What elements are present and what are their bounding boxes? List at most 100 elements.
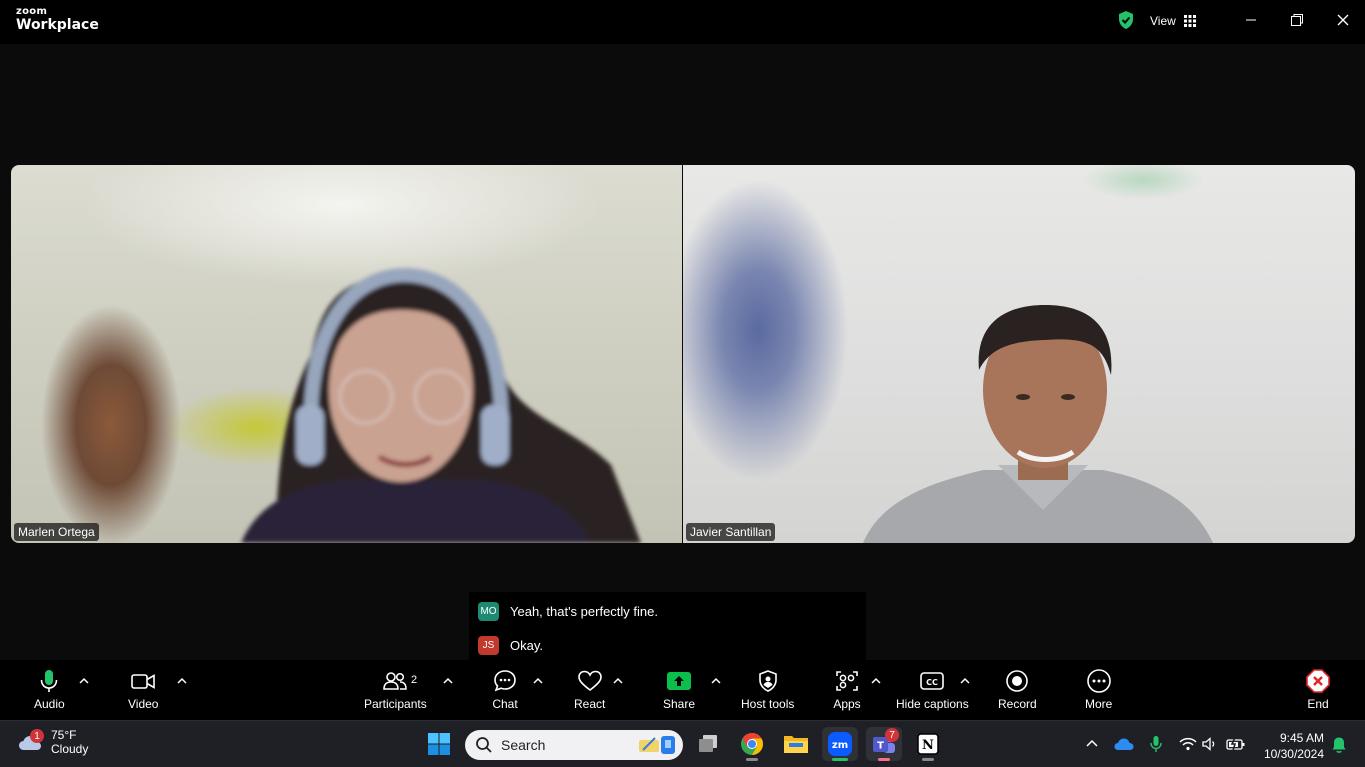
react-button[interactable]: React bbox=[574, 668, 605, 711]
heart-icon bbox=[577, 670, 602, 692]
caption-avatar: JS bbox=[478, 636, 499, 655]
minimize-button[interactable] bbox=[1237, 8, 1265, 32]
temperature: 75°F bbox=[51, 728, 77, 742]
end-button[interactable]: End bbox=[1305, 668, 1331, 711]
logo-product: Workplace bbox=[16, 17, 99, 33]
audio-options-chevron-icon[interactable] bbox=[78, 676, 90, 686]
microphone-in-use-icon[interactable] bbox=[1149, 735, 1163, 753]
host-tools-button[interactable]: Host tools bbox=[741, 668, 794, 711]
windows-logo-icon bbox=[428, 733, 450, 755]
svg-text:N: N bbox=[922, 738, 934, 753]
show-hidden-icons-chevron-icon[interactable] bbox=[1085, 738, 1099, 750]
notification-bell-icon[interactable] bbox=[1331, 736, 1347, 754]
more-icon bbox=[1086, 669, 1111, 693]
teams-badge: 7 bbox=[885, 728, 899, 742]
more-button[interactable]: More bbox=[1085, 668, 1112, 711]
search-highlight-icon bbox=[639, 736, 675, 754]
video-tile-javier-santillan[interactable]: Javier Santillan bbox=[683, 165, 1355, 543]
running-indicator bbox=[832, 758, 848, 761]
apps-button[interactable]: Apps bbox=[833, 668, 861, 711]
chat-options-chevron-icon[interactable] bbox=[532, 676, 544, 686]
more-label: More bbox=[1085, 697, 1113, 711]
video-stage: Marlen Ortega Javier Santillan MO Yeah, … bbox=[0, 44, 1365, 660]
apps-icon bbox=[836, 671, 858, 691]
share-screen-icon bbox=[667, 672, 692, 690]
close-button[interactable] bbox=[1329, 8, 1357, 32]
clock-date: 10/30/2024 bbox=[1263, 747, 1324, 761]
notion-app[interactable]: N bbox=[910, 727, 946, 761]
record-label: Record bbox=[998, 697, 1037, 711]
caption-text: Yeah, that's perfectly fine. bbox=[510, 604, 658, 619]
running-indicator bbox=[922, 758, 934, 761]
participants-count: 2 bbox=[411, 674, 418, 686]
apps-options-chevron-icon[interactable] bbox=[870, 676, 882, 686]
battery-charging-icon[interactable] bbox=[1226, 737, 1246, 751]
volume-icon[interactable] bbox=[1202, 737, 1218, 751]
svg-text:CC: CC bbox=[926, 678, 938, 687]
task-view-button[interactable] bbox=[690, 727, 726, 761]
share-label: Share bbox=[663, 697, 696, 711]
encryption-shield-icon[interactable] bbox=[1117, 10, 1135, 30]
participants-button[interactable]: Participants bbox=[364, 668, 427, 711]
participant-video-feed bbox=[863, 305, 1213, 543]
record-button[interactable]: Record bbox=[998, 668, 1037, 711]
apps-label: Apps bbox=[833, 697, 861, 711]
zoom-app[interactable]: zm bbox=[822, 727, 858, 761]
search-input[interactable] bbox=[501, 737, 621, 753]
audio-label: Audio bbox=[34, 697, 65, 711]
chrome-app[interactable] bbox=[734, 727, 770, 761]
close-icon bbox=[1337, 14, 1349, 26]
share-options-chevron-icon[interactable] bbox=[710, 676, 722, 686]
logo-brand: zoom bbox=[16, 6, 48, 17]
os-taskbar: 1 75°F Cloudy Search zm T 7 N 9:45 AM 10… bbox=[0, 720, 1365, 767]
zoom-logo: zoom Workplace bbox=[16, 6, 99, 33]
clock-time: 9:45 AM bbox=[1279, 731, 1324, 745]
wifi-icon[interactable] bbox=[1179, 737, 1197, 751]
caption-line: JS Okay. bbox=[478, 636, 543, 655]
grid-icon bbox=[1183, 15, 1196, 27]
svg-text:zm: zm bbox=[832, 740, 848, 751]
participant-name-tag: Javier Santillan bbox=[686, 523, 776, 541]
share-button[interactable]: Share bbox=[663, 668, 695, 711]
weather-badge: 1 bbox=[30, 729, 44, 743]
chat-button[interactable]: Chat bbox=[492, 668, 518, 711]
captions-options-chevron-icon[interactable] bbox=[959, 676, 971, 686]
participants-options-chevron-icon[interactable] bbox=[442, 676, 454, 686]
start-button[interactable] bbox=[421, 727, 457, 761]
view-button[interactable]: View bbox=[1150, 11, 1196, 31]
running-indicator bbox=[746, 758, 758, 761]
video-button[interactable]: Video bbox=[128, 668, 158, 711]
video-tile-marlen-ortega[interactable]: Marlen Ortega bbox=[11, 165, 682, 543]
video-camera-icon bbox=[131, 674, 156, 689]
participants-icon bbox=[383, 672, 408, 690]
end-label: End bbox=[1307, 697, 1329, 711]
closed-captions-icon: CC bbox=[920, 672, 945, 690]
chat-icon bbox=[494, 670, 516, 692]
chat-label: Chat bbox=[492, 697, 518, 711]
taskbar-search[interactable] bbox=[465, 730, 683, 760]
teams-app[interactable]: T 7 bbox=[866, 727, 902, 761]
meeting-toolbar: Audio Video Participants 2 Chat React Sh… bbox=[0, 660, 1365, 720]
hide-captions-button[interactable]: CC Hide captions bbox=[896, 668, 969, 711]
react-options-chevron-icon[interactable] bbox=[612, 676, 624, 686]
participant-video-feed bbox=[241, 267, 641, 543]
task-view-icon bbox=[699, 735, 717, 752]
caption-text: Okay. bbox=[510, 638, 543, 653]
weather-widget[interactable]: 1 75°F Cloudy bbox=[17, 728, 88, 756]
hide-captions-label: Hide captions bbox=[896, 697, 969, 711]
notion-icon: N bbox=[917, 733, 939, 755]
view-label: View bbox=[1150, 14, 1176, 28]
svg-text:T: T bbox=[877, 741, 884, 752]
running-indicator bbox=[878, 758, 890, 761]
record-icon bbox=[1006, 670, 1029, 692]
captions-panel: MO Yeah, that's perfectly fine. JS Okay. bbox=[469, 592, 866, 660]
system-clock[interactable]: 9:45 AM 10/30/2024 bbox=[1256, 730, 1324, 762]
host-shield-icon bbox=[758, 670, 777, 692]
audio-button[interactable]: Audio bbox=[34, 668, 65, 711]
caption-line: MO Yeah, that's perfectly fine. bbox=[478, 602, 658, 621]
restore-button[interactable] bbox=[1283, 8, 1311, 32]
file-explorer-app[interactable] bbox=[778, 727, 814, 761]
video-options-chevron-icon[interactable] bbox=[176, 676, 188, 686]
onedrive-icon[interactable] bbox=[1114, 737, 1134, 751]
search-icon bbox=[476, 737, 492, 753]
